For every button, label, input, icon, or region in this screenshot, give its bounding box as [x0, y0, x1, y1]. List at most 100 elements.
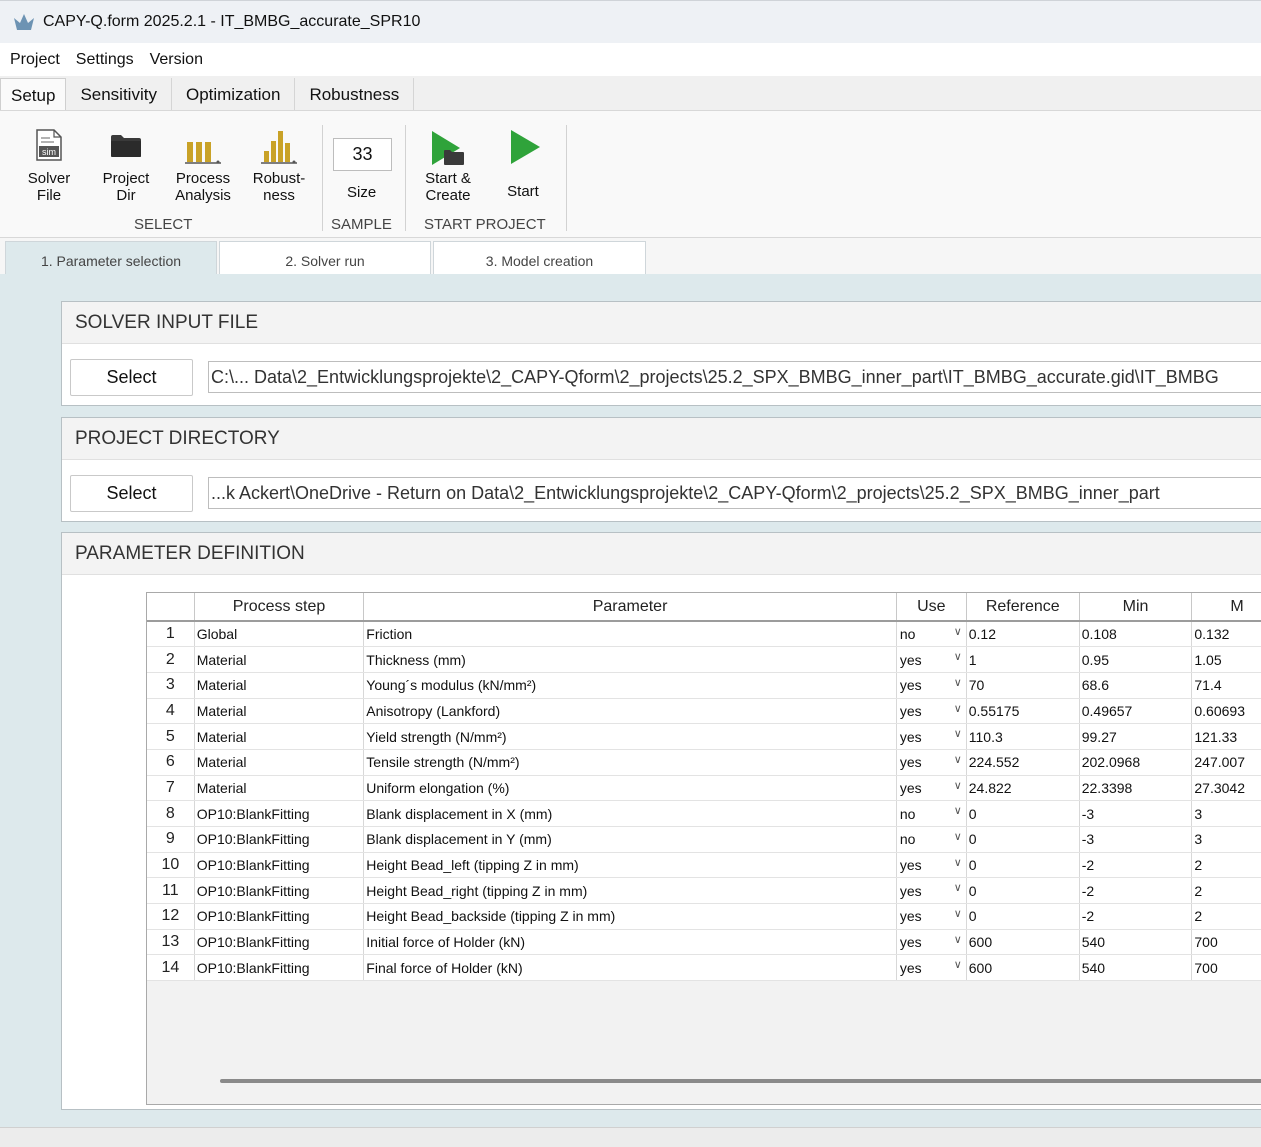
chevron-down-icon[interactable]: ∨ — [954, 702, 962, 715]
max-cell[interactable]: 1.05 — [1191, 646, 1261, 673]
use-cell[interactable]: yes ∨ — [896, 954, 967, 982]
max-cell[interactable]: 700 — [1191, 954, 1261, 982]
parameter-cell[interactable]: Height Bead_right (tipping Z in mm) — [363, 877, 897, 905]
menu-version[interactable]: Version — [134, 51, 203, 69]
use-cell[interactable]: yes ∨ — [896, 903, 967, 930]
tab-robustness[interactable]: Robustness — [295, 78, 415, 111]
use-cell[interactable]: no ∨ — [896, 621, 967, 648]
table-row[interactable]: 5 Material Yield strength (N/mm²) yes ∨ 110.3… — [147, 723, 1261, 750]
chevron-down-icon[interactable]: ∨ — [954, 856, 962, 869]
max-cell[interactable]: 0.60693 — [1191, 698, 1261, 725]
tab-parameter-selection[interactable]: 1. Parameter selection — [5, 241, 217, 274]
col-header-process-step[interactable]: Process step — [194, 593, 365, 622]
table-row[interactable]: 13 OP10:BlankFitting Initial force of Hold… — [147, 929, 1261, 956]
tab-setup[interactable]: Setup — [0, 78, 67, 111]
sample-size-input[interactable]: 33 — [333, 138, 392, 171]
start-button[interactable]: Start — [500, 129, 546, 209]
min-cell[interactable]: 0.108 — [1079, 621, 1193, 648]
chevron-down-icon[interactable]: ∨ — [954, 753, 962, 766]
process-step-cell[interactable]: OP10:BlankFitting — [194, 954, 365, 982]
table-row[interactable]: 14 OP10:BlankFitting Final force of Holder… — [147, 954, 1261, 982]
table-row[interactable]: 3 Material Young´s modulus (kN/mm²) yes ∨ 70 6… — [147, 672, 1261, 699]
use-cell[interactable]: yes ∨ — [896, 646, 967, 673]
process-step-cell[interactable]: Material — [194, 775, 365, 802]
chevron-down-icon[interactable]: ∨ — [954, 881, 962, 894]
parameter-cell[interactable]: Anisotropy (Lankford) — [363, 698, 897, 725]
use-cell[interactable]: yes ∨ — [896, 723, 967, 750]
process-step-cell[interactable]: Material — [194, 723, 365, 750]
reference-cell[interactable]: 224.552 — [966, 749, 1080, 776]
tab-sensitivity[interactable]: Sensitivity — [66, 78, 172, 111]
table-row[interactable]: 8 OP10:BlankFitting Blank displacement in … — [147, 800, 1261, 827]
parameter-cell[interactable]: Uniform elongation (%) — [363, 775, 897, 802]
project-dir-button[interactable]: Project Dir — [99, 129, 153, 209]
process-step-cell[interactable]: OP10:BlankFitting — [194, 877, 365, 905]
table-row[interactable]: 12 OP10:BlankFitting Height Bead_backside … — [147, 903, 1261, 930]
use-cell[interactable]: no ∨ — [896, 826, 967, 853]
parameter-cell[interactable]: Blank displacement in Y (mm) — [363, 826, 897, 853]
process-step-cell[interactable]: OP10:BlankFitting — [194, 929, 365, 956]
max-cell[interactable]: 121.33 — [1191, 723, 1261, 750]
solver-file-path-field[interactable]: C:\... Data\2_Entwicklungsprojekte\2_CAP… — [208, 361, 1261, 393]
col-header-min[interactable]: Min — [1079, 593, 1193, 622]
robustness-button[interactable]: Robust- ness — [250, 129, 308, 209]
min-cell[interactable]: 540 — [1079, 929, 1193, 956]
process-step-cell[interactable]: Material — [194, 646, 365, 673]
tab-optimization[interactable]: Optimization — [172, 78, 296, 111]
use-cell[interactable]: yes ∨ — [896, 775, 967, 802]
reference-cell[interactable]: 600 — [966, 929, 1080, 956]
tab-solver-run[interactable]: 2. Solver run — [219, 241, 431, 274]
process-step-cell[interactable]: OP10:BlankFitting — [194, 903, 365, 930]
reference-cell[interactable]: 70 — [966, 672, 1080, 699]
min-cell[interactable]: -2 — [1079, 852, 1193, 879]
table-row[interactable]: 11 OP10:BlankFitting Height Bead_right (ti… — [147, 877, 1261, 905]
horizontal-scrollbar[interactable] — [220, 1079, 1261, 1083]
parameter-cell[interactable]: Tensile strength (N/mm²) — [363, 749, 897, 776]
project-dir-path-field[interactable]: ...k Ackert\OneDrive - Return on Data\2_… — [208, 477, 1261, 509]
min-cell[interactable]: 540 — [1079, 954, 1193, 982]
parameter-cell[interactable]: Height Bead_left (tipping Z in mm) — [363, 852, 897, 879]
process-step-cell[interactable]: Global — [194, 621, 365, 648]
use-cell[interactable]: yes ∨ — [896, 698, 967, 725]
tab-model-creation[interactable]: 3. Model creation — [433, 241, 646, 274]
table-row[interactable]: 6 Material Tensile strength (N/mm²) yes ∨ 224… — [147, 749, 1261, 776]
reference-cell[interactable]: 24.822 — [966, 775, 1080, 802]
chevron-down-icon[interactable]: ∨ — [954, 650, 962, 663]
menu-settings[interactable]: Settings — [60, 51, 134, 69]
process-step-cell[interactable]: OP10:BlankFitting — [194, 852, 365, 879]
reference-cell[interactable]: 0 — [966, 800, 1080, 827]
process-step-cell[interactable]: Material — [194, 749, 365, 776]
process-step-cell[interactable]: OP10:BlankFitting — [194, 826, 365, 853]
chevron-down-icon[interactable]: ∨ — [954, 907, 962, 920]
max-cell[interactable]: 2 — [1191, 903, 1261, 930]
min-cell[interactable]: 22.3398 — [1079, 775, 1193, 802]
min-cell[interactable]: -2 — [1079, 877, 1193, 905]
parameter-cell[interactable]: Height Bead_backside (tipping Z in mm) — [363, 903, 897, 930]
max-cell[interactable]: 27.3042 — [1191, 775, 1261, 802]
col-header-parameter[interactable]: Parameter — [363, 593, 897, 622]
parameter-cell[interactable]: Blank displacement in X (mm) — [363, 800, 897, 827]
parameter-cell[interactable]: Friction — [363, 621, 897, 648]
min-cell[interactable]: -3 — [1079, 826, 1193, 853]
menu-project[interactable]: Project — [0, 51, 60, 69]
reference-cell[interactable]: 0 — [966, 903, 1080, 930]
use-cell[interactable]: no ∨ — [896, 800, 967, 827]
min-cell[interactable]: 202.0968 — [1079, 749, 1193, 776]
max-cell[interactable]: 700 — [1191, 929, 1261, 956]
use-cell[interactable]: yes ∨ — [896, 852, 967, 879]
min-cell[interactable]: 0.95 — [1079, 646, 1193, 673]
use-cell[interactable]: yes ∨ — [896, 749, 967, 776]
reference-cell[interactable]: 0 — [966, 826, 1080, 853]
parameter-cell[interactable]: Initial force of Holder (kN) — [363, 929, 897, 956]
chevron-down-icon[interactable]: ∨ — [954, 830, 962, 843]
max-cell[interactable]: 71.4 — [1191, 672, 1261, 699]
col-header-reference[interactable]: Reference — [966, 593, 1080, 622]
process-step-cell[interactable]: Material — [194, 672, 365, 699]
parameter-cell[interactable]: Young´s modulus (kN/mm²) — [363, 672, 897, 699]
select-solver-file-button[interactable]: Select — [70, 359, 193, 396]
col-header-use[interactable]: Use — [896, 593, 967, 622]
reference-cell[interactable]: 0 — [966, 877, 1080, 905]
select-project-dir-button[interactable]: Select — [70, 475, 193, 512]
reference-cell[interactable]: 1 — [966, 646, 1080, 673]
chevron-down-icon[interactable]: ∨ — [954, 727, 962, 740]
